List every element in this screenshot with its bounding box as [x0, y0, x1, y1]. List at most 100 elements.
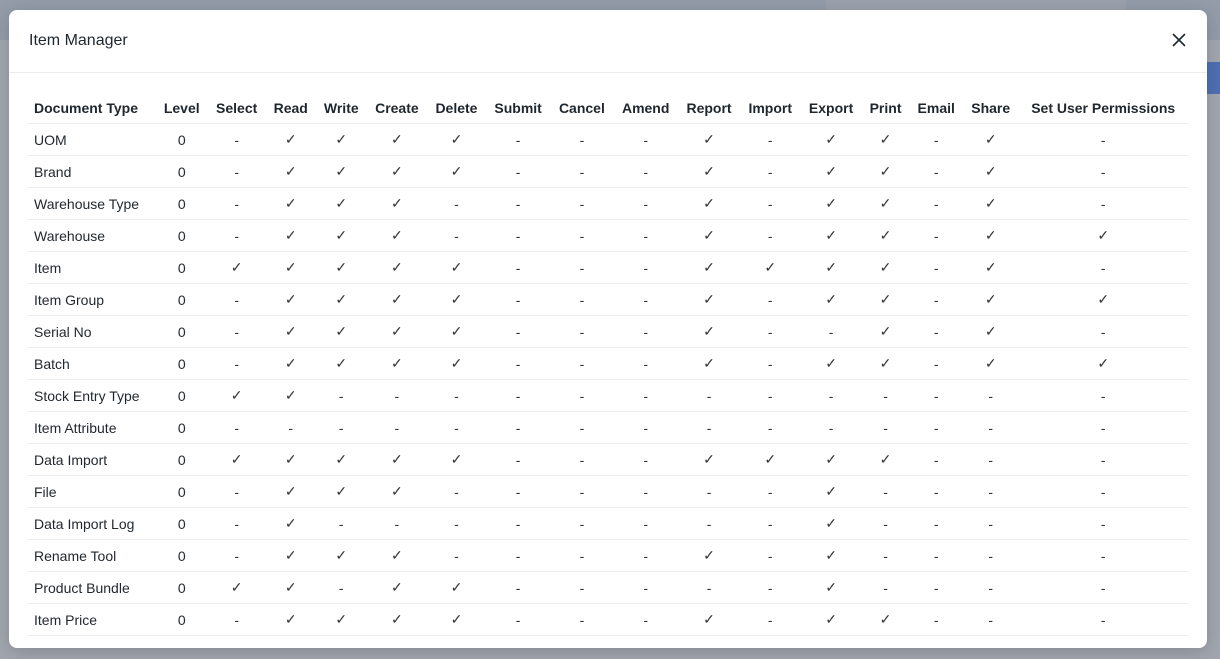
table-row: Warehouse Type 0- ✓ ✓ ✓ - - - - ✓ - ✓ ✓ - ✓ - — [28, 187, 1188, 220]
dash-mark: - — [315, 507, 367, 540]
dash-mark: - — [485, 475, 551, 508]
dash-mark: - — [613, 539, 678, 572]
check-icon: ✓ — [315, 123, 367, 156]
check-icon: ✓ — [963, 251, 1019, 284]
level-cell: 0 — [155, 315, 208, 348]
dash-mark: - — [861, 411, 910, 444]
table-row: Batch 0- ✓ ✓ ✓ ✓ - - - ✓ - ✓ ✓ - ✓ ✓ — [28, 347, 1188, 380]
check-icon: ✓ — [366, 219, 428, 252]
dash-mark: - — [909, 155, 964, 188]
dash-mark: - — [366, 379, 428, 412]
check-icon: ✓ — [677, 155, 741, 188]
dash-mark: - — [861, 475, 910, 508]
close-icon — [1172, 33, 1186, 47]
check-icon: ✓ — [800, 283, 862, 316]
permissions-table: Document Type Level Select Read Write Create D… — [28, 92, 1188, 636]
column-header: Submit — [485, 92, 551, 124]
dash-mark: - — [909, 219, 964, 252]
check-icon: ✓ — [677, 123, 741, 156]
dash-mark: - — [909, 603, 964, 636]
column-header: Report — [677, 92, 741, 124]
check-icon: ✓ — [366, 315, 428, 348]
table-row: Data Import 0 ✓ ✓ ✓ ✓ ✓ - - - ✓ ✓ ✓ ✓ - - - — [28, 443, 1188, 476]
check-icon: ✓ — [861, 347, 910, 380]
column-header: Create — [366, 92, 428, 124]
table-row: Data Import Log 0- ✓ - - - - - - - - ✓ - - - - — [28, 507, 1188, 540]
dash-mark: - — [677, 379, 741, 412]
dash-mark: - — [740, 507, 801, 540]
check-icon: ✓ — [740, 251, 801, 284]
check-icon: ✓ — [265, 219, 316, 252]
check-icon: ✓ — [963, 155, 1019, 188]
modal-body: Document Type Level Select Read Write Create D… — [9, 73, 1207, 636]
table-row: Stock Entry Type 0 ✓ ✓ - - - - - - - - - - - - - — [28, 379, 1188, 412]
dash-mark: - — [613, 251, 678, 284]
check-icon: ✓ — [861, 283, 910, 316]
check-icon: ✓ — [677, 347, 741, 380]
table-row: Product Bundle 0 ✓ ✓ - ✓ ✓ - - - - - ✓ - - - - — [28, 571, 1188, 604]
check-icon: ✓ — [265, 379, 316, 412]
check-icon: ✓ — [861, 219, 910, 252]
check-icon: ✓ — [315, 443, 367, 476]
dash-mark: - — [1018, 475, 1188, 508]
dash-mark: - — [550, 123, 614, 156]
dash-mark: - — [740, 283, 801, 316]
dash-mark: - — [550, 155, 614, 188]
dash-mark: - — [740, 411, 801, 444]
document-type-cell: Stock Entry Type — [28, 379, 156, 412]
check-icon: ✓ — [427, 347, 486, 380]
dash-mark: - — [909, 539, 964, 572]
document-type-cell: Batch — [28, 347, 156, 380]
check-icon: ✓ — [800, 475, 862, 508]
dash-mark: - — [909, 411, 964, 444]
check-icon: ✓ — [427, 155, 486, 188]
dash-mark: - — [613, 123, 678, 156]
dash-mark: - — [427, 475, 486, 508]
level-cell: 0 — [155, 571, 208, 604]
document-type-cell: Rename Tool — [28, 539, 156, 572]
dash-mark: - — [207, 315, 266, 348]
document-type-cell: Brand — [28, 155, 156, 188]
dash-mark: - — [963, 379, 1019, 412]
check-icon: ✓ — [963, 283, 1019, 316]
dash-mark: - — [485, 155, 551, 188]
dash-mark: - — [740, 155, 801, 188]
dash-mark: - — [677, 475, 741, 508]
check-icon: ✓ — [315, 283, 367, 316]
check-icon: ✓ — [677, 539, 741, 572]
dash-mark: - — [366, 507, 428, 540]
dash-mark: - — [613, 283, 678, 316]
dash-mark: - — [485, 283, 551, 316]
level-cell: 0 — [155, 539, 208, 572]
dash-mark: - — [909, 283, 964, 316]
dash-mark: - — [740, 539, 801, 572]
table-row: Rename Tool 0- ✓ ✓ ✓ - - - - ✓ - ✓ - - - - — [28, 539, 1188, 572]
check-icon: ✓ — [265, 347, 316, 380]
close-button[interactable] — [1165, 26, 1193, 54]
check-icon: ✓ — [315, 603, 367, 636]
dash-mark: - — [909, 251, 964, 284]
column-header: Write — [315, 92, 367, 124]
table-row: UOM 0- ✓ ✓ ✓ ✓ - - - ✓ - ✓ ✓ - ✓ - — [28, 123, 1188, 156]
check-icon: ✓ — [677, 603, 741, 636]
dash-mark: - — [485, 251, 551, 284]
check-icon: ✓ — [207, 379, 266, 412]
check-icon: ✓ — [366, 251, 428, 284]
document-type-cell: Warehouse Type — [28, 187, 156, 220]
document-type-cell: Serial No — [28, 315, 156, 348]
level-cell: 0 — [155, 219, 208, 252]
dash-mark: - — [550, 315, 614, 348]
dash-mark: - — [740, 187, 801, 220]
dash-mark: - — [740, 571, 801, 604]
column-header: Document Type — [28, 92, 156, 124]
column-header: Delete — [427, 92, 486, 124]
table-row: Item Group 0- ✓ ✓ ✓ ✓ - - - ✓ - ✓ ✓ - ✓ ✓ — [28, 283, 1188, 316]
dash-mark: - — [963, 443, 1019, 476]
dash-mark: - — [485, 443, 551, 476]
check-icon: ✓ — [677, 219, 741, 252]
dash-mark: - — [909, 123, 964, 156]
check-icon: ✓ — [861, 603, 910, 636]
check-icon: ✓ — [800, 219, 862, 252]
check-icon: ✓ — [677, 283, 741, 316]
check-icon: ✓ — [800, 123, 862, 156]
